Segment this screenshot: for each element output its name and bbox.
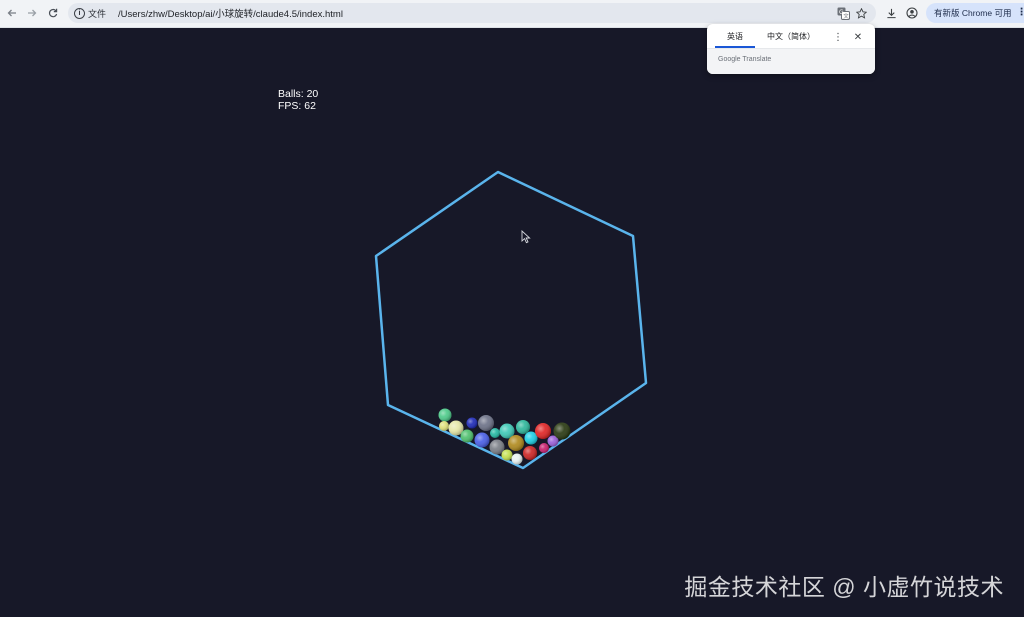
stats-overlay: Balls: 20 FPS: 62: [278, 88, 318, 112]
ball: [438, 408, 452, 422]
ball: [474, 432, 490, 448]
svg-text:文: 文: [843, 12, 849, 20]
ball: [439, 421, 449, 431]
site-info-label: 文件: [88, 8, 107, 19]
chrome-update-button[interactable]: 有新版 Chrome 可用 ⋮: [926, 3, 1024, 23]
simulation-canvas: [374, 170, 648, 470]
ball: [539, 443, 549, 453]
close-icon: ✕: [853, 31, 863, 43]
url-text[interactable]: /Users/zhw/Desktop/ai/小球旋转/claude4.5/ind…: [118, 6, 343, 20]
translate-icon: G文: [837, 7, 850, 20]
ball-count: Balls: 20: [278, 88, 319, 100]
site-info-button[interactable]: i 文件: [74, 3, 106, 23]
translate-page-button[interactable]: G文: [834, 4, 852, 22]
bookmark-button[interactable]: [852, 4, 870, 22]
translate-footer: Google Translate: [707, 49, 875, 74]
ball: [511, 453, 523, 465]
star-icon: [855, 7, 867, 19]
ball: [553, 422, 571, 440]
download-icon: [886, 8, 896, 18]
more-vert-icon: ⋮: [1016, 7, 1024, 18]
reload-icon: [48, 8, 58, 18]
translate-options-button[interactable]: ⋮: [831, 30, 845, 44]
ball: [490, 428, 500, 438]
ball: [523, 446, 537, 460]
watermark: 掘金技术社区 @ 小虚竹说技术: [684, 574, 1004, 600]
account-circle-icon: [906, 7, 918, 19]
tab-target-language[interactable]: 中文（简体）: [759, 30, 823, 46]
ball: [501, 449, 513, 461]
ball: [535, 423, 551, 439]
reload-button[interactable]: [43, 3, 63, 23]
address-bar[interactable]: i 文件 /Users/zhw/Desktop/ai/小球旋转/claude4.…: [68, 3, 876, 23]
info-icon: i: [74, 7, 85, 19]
chrome-update-label: 有新版 Chrome 可用: [934, 8, 1012, 18]
forward-button[interactable]: [22, 3, 42, 23]
ball: [508, 435, 524, 451]
ball: [516, 420, 530, 434]
translate-popup: 英语 中文（简体） ⋮ ✕ Google Translate: [707, 24, 875, 74]
ball: [466, 417, 478, 429]
more-vert-icon: ⋮: [833, 31, 843, 43]
downloads-button[interactable]: [882, 4, 900, 22]
tab-source-language[interactable]: 英语: [715, 30, 755, 48]
profile-button[interactable]: [903, 4, 921, 22]
arrow-left-icon: [7, 9, 16, 17]
ball: [460, 429, 474, 443]
fps-counter: FPS: 62: [278, 100, 316, 112]
translate-close-button[interactable]: ✕: [851, 30, 865, 44]
back-button[interactable]: [2, 3, 22, 23]
arrow-right-icon: [28, 9, 37, 17]
ball: [478, 415, 494, 431]
mouse-cursor-icon: [521, 229, 531, 244]
rotating-hexagon: [374, 170, 648, 470]
google-translate-brand: Google Translate: [718, 56, 772, 63]
